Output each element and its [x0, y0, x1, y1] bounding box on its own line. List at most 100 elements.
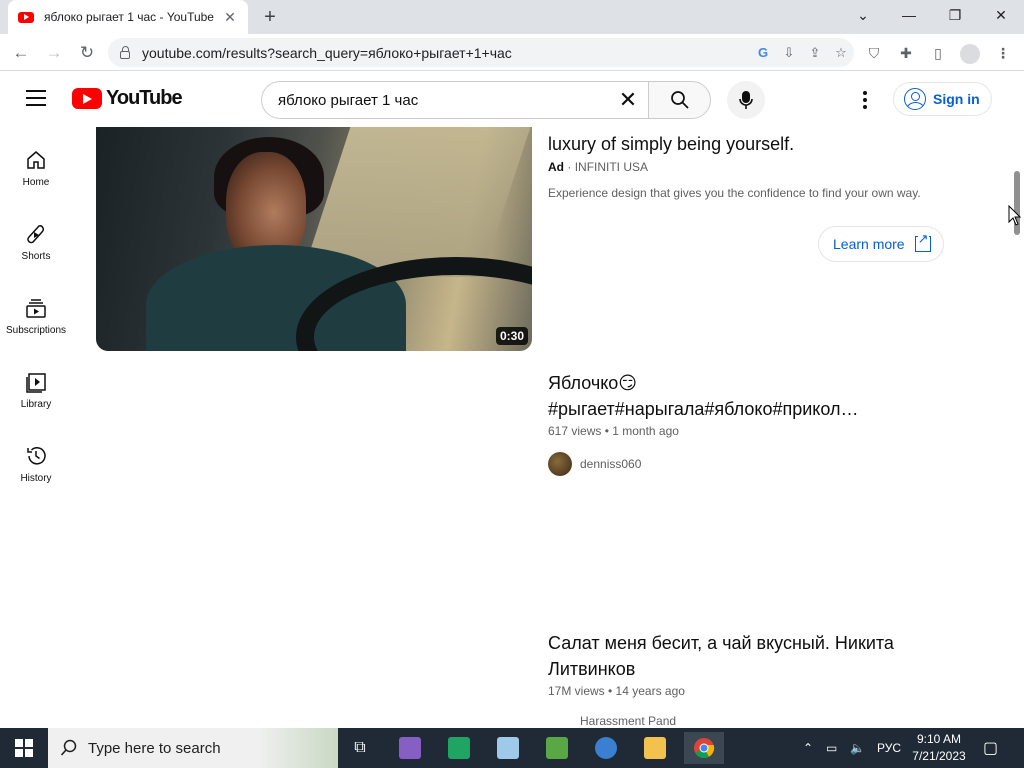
side-panel-icon[interactable]: ▯	[929, 44, 947, 62]
chrome-logo-icon	[694, 738, 715, 759]
sidebar-item-library[interactable]: Library	[0, 349, 72, 423]
menu-hamburger-icon[interactable]	[26, 90, 46, 106]
sidebar-item-label: Subscriptions	[5, 325, 67, 336]
browser-toolbar: ← → ↻ youtube.com/results?search_query=я…	[0, 34, 1024, 71]
google-lens-icon[interactable]: G	[750, 45, 776, 60]
ad-advertiser[interactable]: INFINITI USA	[575, 160, 648, 174]
search-button[interactable]	[648, 81, 711, 119]
shield-extension-icon[interactable]: ⛉	[865, 44, 883, 62]
video-title[interactable]: Яблочко😏 #рыгает#нарыгала#яблоко#прикол…	[548, 370, 948, 422]
mouse-cursor-icon	[1008, 205, 1022, 226]
sign-in-button[interactable]: Sign in	[893, 82, 992, 116]
channel-link[interactable]: Harassment Pand	[548, 714, 676, 728]
visual-studio-icon[interactable]	[390, 732, 430, 764]
search-bar: яблоко рыгает 1 час ✕	[261, 81, 711, 119]
search-query-text[interactable]: яблоко рыгает 1 час	[278, 92, 608, 109]
clear-search-icon[interactable]: ✕	[608, 87, 648, 113]
ad-badge: Ad	[548, 160, 564, 174]
tab-close-icon[interactable]: ✕	[222, 9, 238, 26]
home-icon	[27, 151, 45, 169]
address-bar[interactable]: youtube.com/results?search_query=яблоко+…	[108, 38, 854, 67]
history-icon	[27, 447, 46, 465]
tab-title: яблоко рыгает 1 час - YouTube	[44, 10, 214, 24]
clock[interactable]: 9:10 AM 7/21/2023	[908, 731, 970, 765]
restore-button[interactable]: ❐	[932, 0, 978, 30]
ad-meta-separator: ·	[567, 160, 572, 174]
share-icon[interactable]: ⇪	[802, 45, 828, 61]
qbittorrent-icon[interactable]	[586, 732, 626, 764]
start-button[interactable]	[0, 728, 48, 768]
extensions-puzzle-icon[interactable]: ✚	[897, 44, 915, 62]
video-title-line: Салат меня бесит, а чай вкусный. Никита	[548, 633, 894, 653]
back-button[interactable]: ←	[8, 40, 34, 66]
taskbar-search-placeholder: Type here to search	[88, 739, 221, 757]
subscriptions-icon	[26, 299, 46, 318]
browser-tab-strip: яблоко рыгает 1 час - YouTube ✕ + ⌄ — ❐ …	[0, 0, 1024, 34]
profile-avatar-icon[interactable]	[960, 44, 980, 64]
video-duration-badge: 0:30	[495, 327, 528, 345]
sidebar-item-label: Home	[22, 177, 50, 188]
search-icon	[670, 91, 689, 109]
channel-name[interactable]: Harassment Pand	[580, 714, 676, 728]
ad-video-thumbnail[interactable]: 0:30	[96, 127, 532, 351]
new-tab-button[interactable]: +	[258, 6, 282, 28]
chrome-icon[interactable]	[684, 732, 724, 764]
volume-muted-icon[interactable]: 🔈	[850, 728, 865, 768]
learn-more-button[interactable]: Learn more	[818, 226, 944, 262]
sidebar-item-subscriptions[interactable]: Subscriptions	[0, 275, 72, 349]
minimize-button[interactable]: —	[886, 0, 932, 30]
voice-search-button[interactable]	[727, 81, 765, 119]
install-app-icon[interactable]: ⇩	[776, 45, 802, 61]
notepad-icon[interactable]	[488, 732, 528, 764]
video-title-line: Литвинков	[548, 659, 636, 679]
clock-date: 7/21/2023	[912, 749, 966, 763]
youtube-logo-text: YouTube	[106, 87, 183, 109]
network-icon[interactable]: ▭	[826, 728, 837, 768]
video-meta: 17M views • 14 years ago	[548, 684, 685, 698]
search-input[interactable]: яблоко рыгает 1 час ✕	[261, 81, 648, 119]
settings-more-icon[interactable]	[858, 89, 872, 111]
show-hidden-icons[interactable]: ⌃	[803, 728, 813, 768]
video-title-line: #рыгает#нарыгала#яблоко#прикол…	[548, 399, 859, 419]
library-icon	[26, 373, 46, 393]
video-title[interactable]: Салат меня бесит, а чай вкусный. Никита …	[548, 630, 948, 682]
task-view-icon[interactable]: ⧉	[340, 732, 380, 764]
youtube-favicon-icon	[18, 11, 34, 23]
youtube-logo[interactable]: YouTube	[72, 87, 183, 110]
bookmark-star-icon[interactable]: ☆	[828, 45, 854, 61]
microphone-icon	[739, 91, 753, 109]
tab-search-icon[interactable]: ⌄	[840, 0, 886, 30]
channel-link[interactable]: denniss060	[548, 452, 641, 476]
windows-logo-icon	[15, 739, 33, 757]
browser-menu-icon[interactable]: ⋮	[994, 44, 1012, 62]
language-indicator[interactable]: РУС	[877, 728, 901, 768]
search-highlight-graphic	[258, 728, 338, 768]
sidebar-item-home[interactable]: Home	[0, 127, 72, 201]
file-explorer-icon[interactable]	[635, 732, 675, 764]
windows-taskbar: Type here to search ⧉ ⌃ ▭ 🔈 РУС 9:10 AM …	[0, 728, 1024, 768]
video-meta: 617 views • 1 month ago	[548, 424, 679, 438]
video-title-line: Яблочко😏	[548, 373, 638, 393]
sidebar-item-shorts[interactable]: Shorts	[0, 201, 72, 275]
youtube-play-icon	[72, 88, 102, 109]
notifications-icon[interactable]: ▢	[983, 728, 998, 768]
ad-title[interactable]: luxury of simply being yourself.	[548, 134, 968, 155]
taskbar-search[interactable]: Type here to search	[48, 728, 338, 768]
forward-button[interactable]: →	[41, 40, 67, 66]
vscode-icon[interactable]	[439, 732, 479, 764]
browser-tab[interactable]: яблоко рыгает 1 час - YouTube ✕	[8, 0, 248, 34]
spreadsheet-icon[interactable]	[537, 732, 577, 764]
sign-in-label: Sign in	[933, 91, 980, 107]
sidebar-item-history[interactable]: History	[0, 423, 72, 497]
youtube-header: YouTube яблоко рыгает 1 час ✕ Sign in	[0, 71, 1024, 127]
ad-description: Experience design that gives you the con…	[548, 186, 921, 200]
lock-icon[interactable]	[120, 45, 130, 59]
account-icon	[904, 88, 926, 110]
url-text[interactable]: youtube.com/results?search_query=яблоко+…	[142, 45, 750, 61]
reload-button[interactable]: ↻	[74, 40, 100, 66]
external-link-icon	[914, 231, 931, 252]
sidebar-item-label: Library	[20, 399, 52, 410]
channel-avatar[interactable]	[548, 452, 572, 476]
channel-name[interactable]: denniss060	[580, 457, 641, 471]
window-close-button[interactable]: ✕	[978, 0, 1024, 30]
